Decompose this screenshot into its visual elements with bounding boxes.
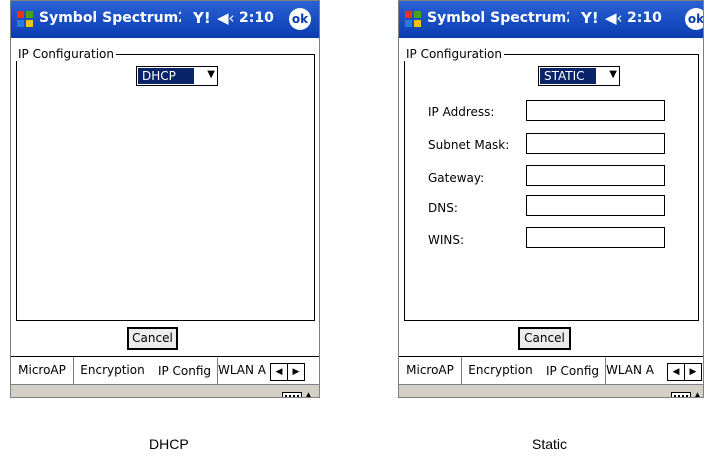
app-title: Symbol Spectrum2	[39, 10, 181, 26]
volume-icon[interactable]: ◀︎‹	[605, 9, 623, 27]
signal-icon[interactable]: Y!	[193, 9, 211, 27]
tab-encryption[interactable]: Encryption	[73, 357, 153, 384]
chevron-down-icon[interactable]: ▼	[207, 69, 215, 80]
gateway-input[interactable]	[526, 165, 665, 186]
device-screen-dhcp: Symbol Spectrum2 Y! ◀︎‹ 2:10 ok IP Confi…	[10, 0, 320, 398]
ok-button[interactable]: ok	[685, 8, 703, 30]
tab-bar: MicroAP Encryption IP Config WLAN A ◀ ▶	[399, 356, 703, 385]
tab-scroll-left-icon[interactable]: ◀	[270, 363, 288, 381]
tab-microap[interactable]: MicroAP	[399, 357, 462, 384]
title-bar: Symbol Spectrum2 Y! ◀︎‹ 2:10 ok	[399, 1, 703, 38]
subnet-mask-input[interactable]	[526, 133, 665, 154]
caption-dhcp: DHCP	[149, 436, 189, 452]
tab-scroll-right-icon[interactable]: ▶	[684, 363, 702, 381]
device-screen-static: Symbol Spectrum2 Y! ◀︎‹ 2:10 ok IP Confi…	[398, 0, 704, 398]
tab-scroll-left-icon[interactable]: ◀	[667, 363, 685, 381]
tab-scroll-right-icon[interactable]: ▶	[287, 363, 305, 381]
ip-address-label: IP Address:	[428, 105, 495, 119]
content-area: IP Configuration STATIC ▼ IP Address: Su…	[399, 38, 703, 356]
wins-label: WINS:	[428, 233, 465, 247]
clock[interactable]: 2:10	[627, 10, 662, 26]
subnet-mask-label: Subnet Mask:	[428, 138, 510, 152]
group-label: IP Configuration	[16, 47, 116, 61]
dns-input[interactable]	[526, 195, 665, 216]
keyboard-icon[interactable]	[282, 392, 302, 397]
cancel-button[interactable]: Cancel	[127, 327, 178, 350]
menu-bar: ▲	[399, 384, 703, 397]
group-label: IP Configuration	[404, 47, 504, 61]
tab-microap[interactable]: MicroAP	[11, 357, 74, 384]
signal-icon[interactable]: Y!	[581, 9, 599, 27]
ip-mode-select[interactable]: DHCP ▼	[136, 66, 218, 86]
sip-arrow-up-icon[interactable]: ▲	[305, 391, 312, 397]
tab-encryption[interactable]: Encryption	[461, 357, 541, 384]
dns-label: DNS:	[428, 201, 458, 215]
keyboard-icon[interactable]	[671, 392, 691, 397]
ip-mode-value: DHCP	[138, 68, 194, 84]
ip-config-group	[16, 54, 315, 321]
ip-mode-select[interactable]: STATIC ▼	[538, 66, 620, 86]
wins-input[interactable]	[526, 227, 665, 248]
caption-static: Static	[532, 436, 568, 452]
cancel-button[interactable]: Cancel	[518, 327, 571, 350]
sip-arrow-up-icon[interactable]: ▲	[694, 391, 701, 397]
ip-address-input[interactable]	[526, 100, 665, 121]
tab-ip-config[interactable]: IP Config	[152, 357, 218, 385]
tab-wlan[interactable]: WLAN A	[605, 357, 655, 384]
title-bar: Symbol Spectrum2 Y! ◀︎‹ 2:10 ok	[11, 1, 319, 38]
tab-bar: MicroAP Encryption IP Config WLAN A ◀ ▶	[11, 356, 319, 385]
ip-mode-value: STATIC	[540, 68, 596, 84]
tab-ip-config[interactable]: IP Config	[540, 357, 606, 385]
app-title: Symbol Spectrum2	[427, 10, 569, 26]
chevron-down-icon[interactable]: ▼	[609, 69, 617, 80]
windows-start-icon[interactable]	[14, 8, 36, 30]
ip-config-group	[404, 54, 699, 321]
clock[interactable]: 2:10	[239, 10, 274, 26]
volume-icon[interactable]: ◀︎‹	[217, 9, 235, 27]
ok-button[interactable]: ok	[289, 8, 311, 30]
tab-wlan[interactable]: WLAN A	[217, 357, 267, 384]
menu-bar: ▲	[11, 384, 319, 397]
gateway-label: Gateway:	[428, 171, 485, 185]
windows-start-icon[interactable]	[402, 8, 424, 30]
content-area: IP Configuration DHCP ▼ Cancel	[11, 38, 319, 356]
